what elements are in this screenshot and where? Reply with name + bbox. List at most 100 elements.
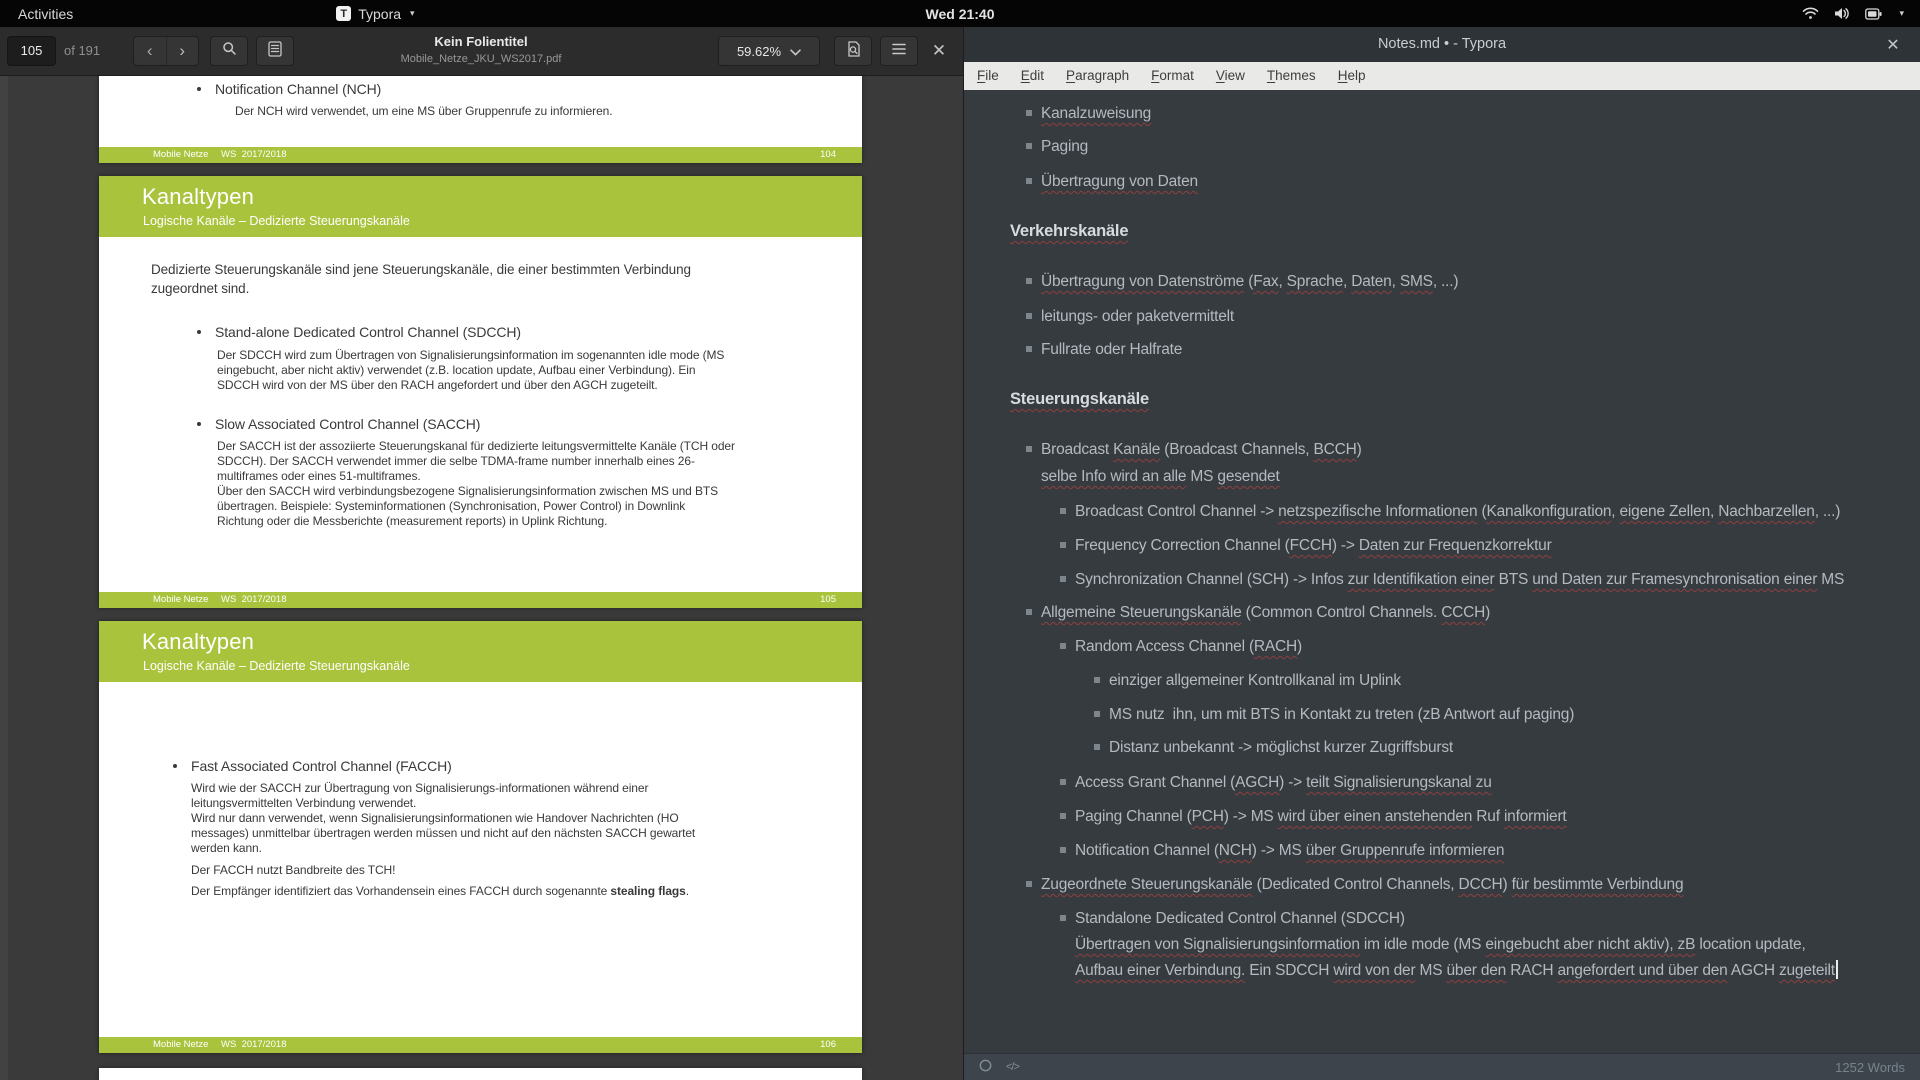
text-segment: BTS — [1494, 571, 1532, 588]
footer-page-number: 106 — [820, 1037, 836, 1053]
menu-file[interactable]: File — [966, 62, 1010, 90]
editor-line: Paging — [1026, 136, 1088, 158]
close-icon: ✕ — [932, 41, 946, 61]
text-cursor — [1836, 960, 1838, 979]
slide-text-segment: Wird nur dann verwendet, wenn Signalisie… — [191, 811, 679, 825]
typora-titlebar[interactable]: Notes.md • - Typora ✕ — [964, 27, 1920, 63]
menu-edit[interactable]: Edit — [1010, 62, 1055, 90]
text-segment: FCCH — [1290, 537, 1332, 554]
text-segment: Daten zur Frequenzkorrektur — [1359, 537, 1552, 554]
text-segment: Synchronization Channel (SCH) -> Infos — [1075, 571, 1348, 588]
editor-line: Allgemeine Steuerungskanäle (Common Cont… — [1026, 602, 1490, 624]
text-segment: Verkehrskanäle — [1010, 222, 1128, 240]
menu-format[interactable]: Format — [1140, 62, 1205, 90]
editor-line: Aufbau einer Verbindung. Ein SDCCH wird … — [1075, 960, 1838, 982]
previous-page-button[interactable]: ‹ — [134, 37, 167, 65]
outline-toggle-icon[interactable] — [979, 1059, 992, 1075]
slide-subtitle: Logische Kanäle – Dedizierte Steuerungsk… — [143, 214, 410, 228]
text-segment: über Gruppenrufe informieren — [1306, 842, 1505, 859]
text-segment: (Dedicated Control Channels, — [1253, 876, 1459, 893]
slide-title: Kanaltypen — [142, 629, 254, 655]
page-magnifier-icon — [846, 41, 861, 62]
typora-close-button[interactable]: ✕ — [1878, 27, 1908, 62]
text-segment: MS — [1415, 962, 1446, 979]
document-title: Kein Folientitel — [283, 34, 679, 50]
text-segment: NCH — [1219, 842, 1252, 859]
editor-line: MS nutz ihn, um mit BTS in Kontakt zu tr… — [1094, 704, 1574, 726]
slide-footer: Mobile NetzeWS 2017/2018106 — [99, 1037, 862, 1053]
next-page-button[interactable]: › — [167, 37, 199, 65]
slide-text-line: Der SACCH ist der assoziierte Steuerungs… — [217, 439, 735, 453]
bullet-marker — [1026, 143, 1032, 149]
clock[interactable]: Wed 21:40 — [926, 6, 995, 22]
slide-text-line: SDCCH wird von der MS über den RACH ange… — [217, 378, 658, 392]
chevron-down-icon: ▾ — [410, 8, 415, 19]
text-segment: eingebucht aber nicht aktiv), zB — [1485, 936, 1695, 953]
editor-line: Distanz unbekannt -> möglichst kurzer Zu… — [1094, 737, 1453, 759]
text-segment: wird von der — [1333, 962, 1415, 979]
slide-text-segment: multiframes oder eines 51-multiframes. — [217, 469, 421, 483]
text-segment: Broadcast Control Channel -> — [1075, 503, 1278, 520]
editor-line: Zugeordnete Steuerungskanäle (Dedicated … — [1026, 874, 1683, 896]
text-segment: Standalone Dedicated Control Channel (SD… — [1075, 910, 1405, 927]
menu-button[interactable] — [880, 36, 918, 66]
text-segment: , — [1343, 273, 1351, 290]
slide-text-segment: Der SACCH ist der assoziierte Steuerungs… — [217, 439, 735, 453]
text-segment: MS — [1817, 571, 1844, 588]
zoom-control[interactable]: 59.62% — [718, 36, 820, 66]
editor-line: Übertragen von Signalisierungsinformatio… — [1075, 934, 1806, 956]
slide-text-segment: leitungsvermittelten Verbindung verwende… — [191, 796, 416, 810]
text-segment: Frequency Correction Channel ( — [1075, 537, 1290, 554]
tray-chevron-down-icon: ▾ — [1899, 8, 1904, 19]
activities-button[interactable]: Activities — [0, 0, 91, 27]
search-button[interactable] — [210, 36, 248, 66]
text-segment: für bestimmte Verbindung — [1512, 876, 1684, 893]
document-properties-button[interactable] — [834, 36, 872, 66]
text-segment: MS — [1186, 468, 1217, 485]
word-count[interactable]: 1252 Words — [1835, 1060, 1905, 1075]
system-tray[interactable]: ▾ — [1802, 7, 1920, 20]
menu-paragraph[interactable]: Paragraph — [1055, 62, 1140, 90]
editor-line: Frequency Correction Channel (FCCH) -> D… — [1060, 535, 1552, 557]
footer-semester: WS 2017/2018 — [221, 1037, 287, 1053]
slide-bullet — [197, 422, 201, 426]
slide-bullet — [173, 764, 177, 768]
app-menu[interactable]: T Typora ▾ — [326, 0, 424, 27]
page-number-input[interactable]: 105 — [7, 36, 56, 66]
slide-header: KanaltypenLogische Kanäle – Dedizierte S… — [99, 621, 862, 682]
zoom-level: 59.62% — [737, 44, 781, 59]
bullet-marker — [1060, 779, 1066, 785]
slide-text-line: Der Empfänger identifiziert das Vorhande… — [191, 884, 689, 898]
menu-view[interactable]: View — [1205, 62, 1256, 90]
editor-line: Random Access Channel (RACH) — [1060, 636, 1302, 658]
text-segment: ) — [1297, 638, 1302, 655]
text-segment: RACH — [1506, 962, 1557, 979]
typora-editor[interactable]: KanalzuweisungPagingÜbertragung von Date… — [964, 90, 1920, 1053]
slide-text-segment: stealing flags — [610, 884, 685, 898]
text-segment: , — [1611, 503, 1619, 520]
slide-text-segment: SDCCH). Der SACCH verwendet immer die se… — [217, 454, 695, 468]
text-segment: Aufbau einer Verbindung. — [1075, 962, 1245, 979]
text-segment: Broadcast — [1041, 441, 1113, 458]
slide-text-segment: Der Empfänger identifiziert das Vorhande… — [191, 884, 610, 898]
menu-themes[interactable]: Themes — [1256, 62, 1327, 90]
bullet-marker — [1026, 278, 1032, 284]
bullet-marker — [1060, 542, 1066, 548]
editor-line: selbe Info wird an alle MS gesendet — [1041, 466, 1280, 488]
slide-next-sliver — [99, 1068, 862, 1080]
editor-line: Broadcast Kanäle (Broadcast Channels, BC… — [1026, 439, 1362, 461]
pdf-content[interactable]: Notification Channel (NCH)Der NCH wird v… — [0, 75, 963, 1080]
menu-help[interactable]: Help — [1327, 62, 1377, 90]
text-segment: Fax — [1253, 273, 1278, 290]
slide-text-line: Der NCH wird verwendet, um eine MS über … — [235, 104, 612, 118]
slide-text-line: messages) unmittelbar übertragen werden … — [191, 826, 695, 840]
text-segment: leitungs- oder paketvermittelt — [1041, 308, 1234, 325]
source-code-mode-icon[interactable]: </> — [1006, 1061, 1019, 1073]
app-menu-label: Typora — [358, 6, 401, 22]
pdf-close-button[interactable]: ✕ — [922, 36, 956, 66]
editor-heading: Verkehrskanäle — [1010, 220, 1128, 242]
slide-text-segment: Fast Associated Control Channel (FACCH) — [191, 758, 452, 774]
text-segment: MS nutz ihn, um mit BTS in Kontakt zu tr… — [1109, 706, 1574, 723]
close-icon: ✕ — [1886, 35, 1899, 55]
text-segment: Paging Channel ( — [1075, 808, 1192, 825]
